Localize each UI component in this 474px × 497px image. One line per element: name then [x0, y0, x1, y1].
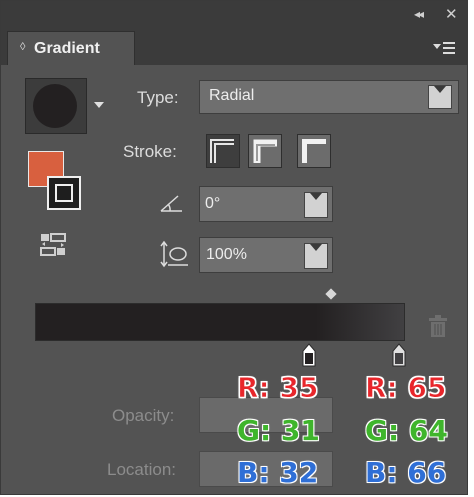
type-value: Radial — [209, 87, 255, 104]
stroke-along-button[interactable] — [248, 134, 282, 168]
angle-field[interactable]: 0° — [199, 186, 333, 222]
stop1-green-annotation: G: 31 — [237, 414, 320, 447]
stroke-within-button[interactable] — [206, 134, 240, 168]
type-label: Type: — [137, 88, 179, 107]
chevron-down-icon[interactable] — [304, 243, 328, 269]
type-select[interactable]: Radial — [199, 80, 459, 114]
stop2-red-annotation: R: 65 — [364, 371, 447, 404]
tab-collapse-arrows-icon[interactable]: ◊ — [20, 41, 25, 53]
location-label: Location: — [107, 460, 176, 479]
stop1-blue-annotation: B: 32 — [237, 456, 319, 489]
aspect-ratio-field[interactable]: 100% — [199, 237, 333, 273]
collapse-icon[interactable]: ◂◂ — [414, 7, 424, 21]
angle-value: 0° — [205, 195, 221, 212]
midpoint-diamond[interactable] — [325, 288, 337, 300]
stroke-within-icon — [210, 139, 234, 163]
gradient-preview-swatch[interactable] — [25, 78, 87, 134]
chevron-down-icon[interactable] — [304, 192, 328, 218]
gradient-slider[interactable] — [35, 303, 405, 341]
tab-gradient[interactable]: ◊ Gradient — [7, 31, 135, 65]
angle-icon — [160, 195, 182, 212]
opacity-label: Opacity: — [112, 406, 175, 425]
stroke-label: Stroke: — [123, 142, 177, 161]
panel-titlebar: ◂◂ ✕ — [1, 1, 467, 29]
aspect-ratio-icon — [160, 240, 188, 268]
aspect-ratio-value: 100% — [206, 246, 247, 263]
gradient-preview-circle — [33, 84, 77, 128]
gradient-stop-left[interactable] — [302, 343, 316, 367]
stop2-green-annotation: G: 64 — [365, 414, 448, 447]
stroke-swatch[interactable] — [47, 176, 81, 210]
stroke-across-button[interactable] — [297, 134, 331, 168]
stop1-red-annotation: R: 35 — [236, 371, 319, 404]
stop2-blue-annotation: B: 66 — [365, 456, 447, 489]
chevron-down-icon[interactable] — [428, 85, 452, 109]
reverse-gradient-icon[interactable] — [39, 231, 69, 261]
stroke-across-icon — [302, 139, 326, 163]
gradient-presets-dropdown-icon[interactable] — [94, 102, 104, 108]
panel-menu-icon[interactable] — [433, 39, 463, 57]
close-icon[interactable]: ✕ — [445, 5, 458, 23]
gradient-stop-right[interactable] — [392, 343, 406, 367]
tab-row: ◊ Gradient — [1, 29, 467, 65]
stroke-along-icon — [253, 139, 277, 163]
tab-title: Gradient — [34, 40, 100, 57]
gradient-panel: ◂◂ ✕ ◊ Gradient Type: Radial Stroke: 0° … — [0, 0, 468, 495]
trash-icon[interactable] — [427, 314, 449, 338]
